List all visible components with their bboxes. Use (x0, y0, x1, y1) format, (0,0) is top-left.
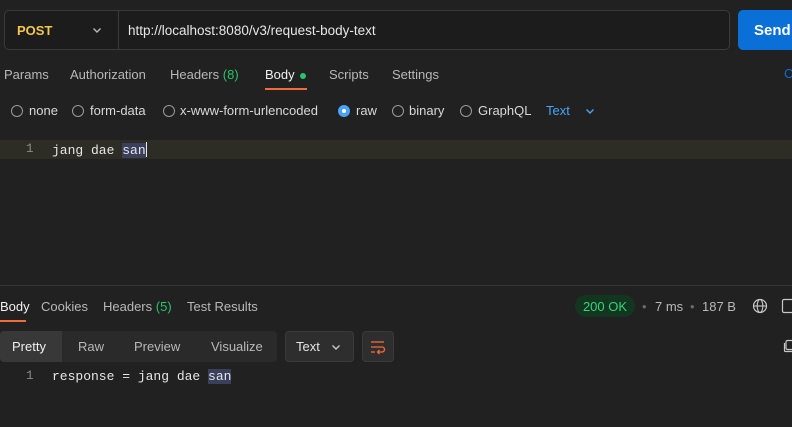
response-line-number: 1 (26, 369, 34, 383)
tab-headers-count: (8) (222, 67, 239, 82)
chevron-down-icon[interactable] (91, 24, 103, 36)
text-caret (145, 142, 147, 157)
modified-dot-icon (299, 72, 306, 79)
chevron-down-icon (332, 345, 340, 350)
radio-form-data-label[interactable]: form-data (90, 103, 146, 118)
view-mode-preview[interactable]: Preview (134, 339, 180, 354)
separator-dot: • (642, 299, 647, 314)
method-select[interactable]: POST (17, 23, 52, 38)
chevron-down-icon[interactable] (584, 105, 596, 117)
cookies-link[interactable]: C (784, 66, 792, 81)
response-body[interactable]: response = jang dae san (52, 369, 232, 384)
body-text: jang dae (52, 143, 123, 158)
response-tab-headers-count: (5) (155, 299, 172, 314)
radio-graphql[interactable] (460, 105, 472, 117)
request-body-editor[interactable]: jang dae san (52, 142, 147, 158)
response-tab-test-results[interactable]: Test Results (187, 299, 258, 314)
tab-scripts[interactable]: Scripts (329, 67, 369, 82)
radio-urlencoded-label[interactable]: x-www-form-urlencoded (180, 103, 318, 118)
tab-headers-label: Headers (170, 67, 220, 82)
url-input[interactable]: http://localhost:8080/v3/request-body-te… (128, 23, 376, 38)
body-format-select[interactable]: Text (546, 103, 570, 118)
save-response-icon[interactable] (781, 298, 792, 314)
send-label: Send (754, 21, 791, 39)
view-mode-raw[interactable]: Raw (78, 339, 104, 354)
send-button[interactable]: Send (738, 10, 792, 50)
response-tab-cookies[interactable]: Cookies (41, 299, 88, 314)
radio-binary[interactable] (392, 105, 404, 117)
active-tab-indicator (265, 88, 307, 90)
copy-icon[interactable] (782, 339, 792, 353)
response-text-highlight: san (208, 369, 232, 384)
status-badge[interactable]: 200 OK (575, 295, 635, 317)
request-bar: POST http://localhost:8080/v3/request-bo… (4, 10, 730, 50)
tab-settings[interactable]: Settings (392, 67, 439, 82)
body-text-highlight: san (122, 143, 146, 158)
tab-body-label: Body (265, 67, 295, 82)
response-size[interactable]: 187 B (702, 299, 736, 314)
separator-dot: • (690, 299, 695, 314)
view-mode-pretty[interactable]: Pretty (12, 339, 46, 354)
tab-body[interactable]: Body (265, 67, 306, 82)
radio-form-data[interactable] (72, 105, 84, 117)
response-time[interactable]: 7 ms (655, 299, 683, 314)
divider (118, 11, 119, 49)
wrap-lines-icon (371, 341, 386, 355)
view-mode-visualize[interactable]: Visualize (211, 339, 263, 354)
response-tab-body[interactable]: Body (0, 299, 30, 314)
radio-urlencoded[interactable] (163, 105, 175, 117)
tab-params[interactable]: Params (4, 67, 49, 82)
response-tab-headers-label: Headers (103, 299, 153, 314)
radio-none[interactable] (11, 105, 23, 117)
radio-raw-label[interactable]: raw (356, 103, 377, 118)
tab-headers[interactable]: Headers (8) (170, 67, 239, 82)
globe-icon[interactable] (752, 298, 768, 314)
radio-binary-label[interactable]: binary (409, 103, 444, 118)
radio-raw[interactable] (338, 105, 350, 117)
radio-none-label[interactable]: none (29, 103, 58, 118)
line-number: 1 (26, 142, 34, 156)
response-tab-headers[interactable]: Headers (5) (103, 299, 172, 314)
tab-authorization[interactable]: Authorization (70, 67, 146, 82)
active-response-tab-indicator (0, 320, 26, 322)
response-format-label: Text (296, 339, 320, 354)
pane-divider[interactable] (0, 285, 792, 286)
radio-graphql-label[interactable]: GraphQL (478, 103, 531, 118)
response-text: response = jang dae (52, 369, 209, 384)
